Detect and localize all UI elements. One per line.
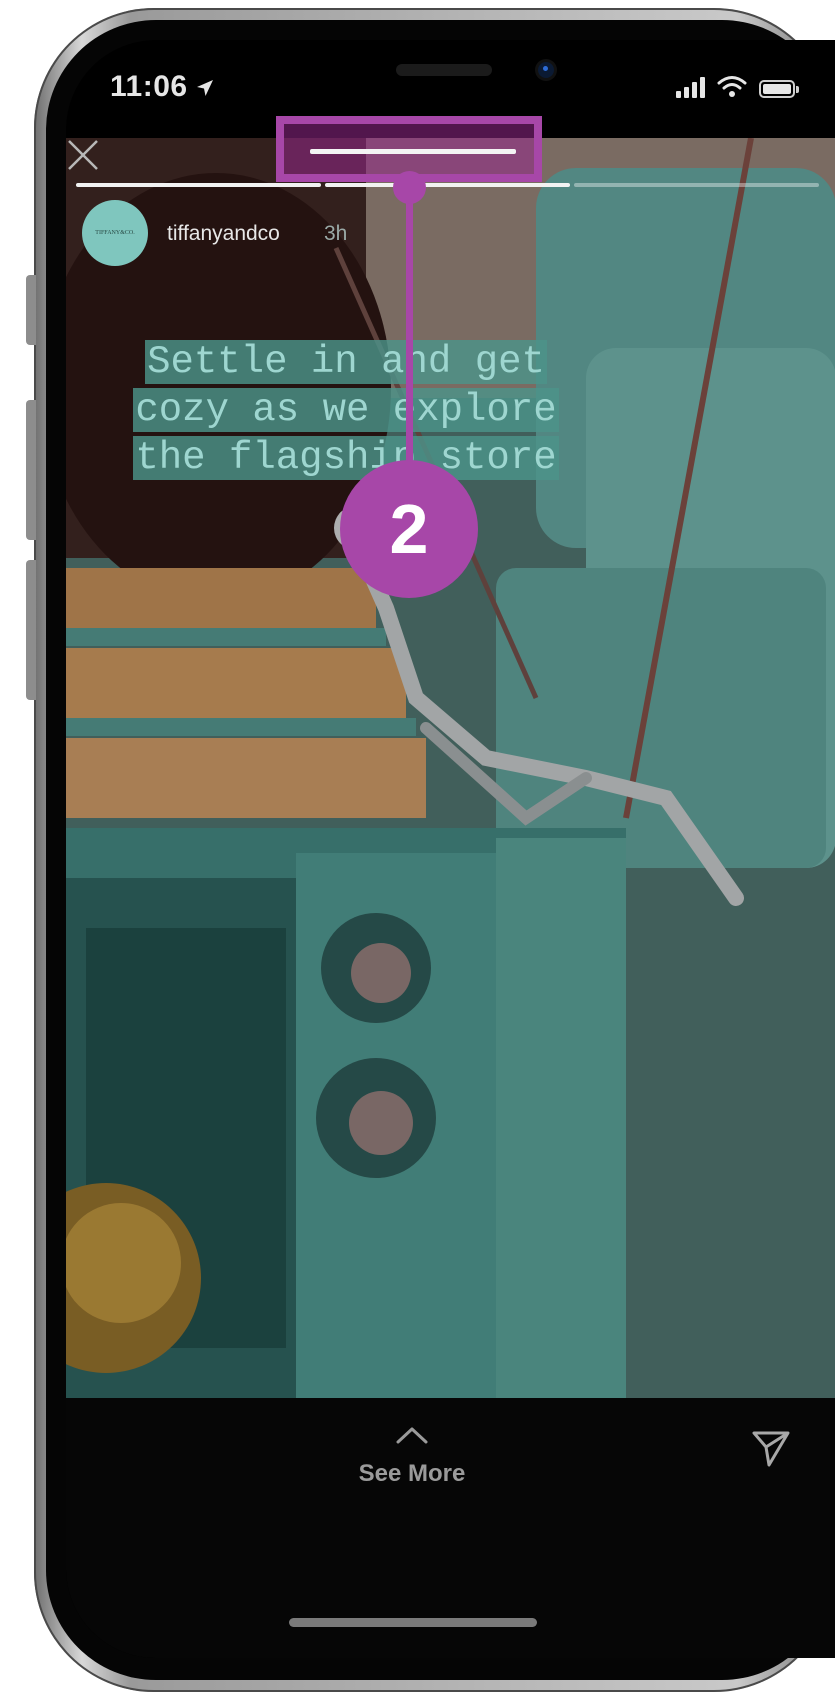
highlighted-progress-segment	[310, 149, 516, 154]
front-camera	[538, 62, 554, 78]
media-dim-overlay	[66, 138, 835, 1398]
step-number-badge: 2	[340, 460, 478, 598]
story-timestamp: 3h	[324, 222, 348, 245]
avatar-logo-text: TIFFANY&CO.	[95, 230, 135, 236]
story-caption: Settle in and get cozy as we explore the…	[110, 338, 582, 482]
phone-screen: TIFFANY&CO. tiffanyandco 3h Settle in an…	[66, 40, 835, 1658]
mute-switch	[26, 275, 36, 345]
battery-icon	[759, 80, 799, 98]
volume-down-button	[26, 560, 36, 700]
location-arrow-icon	[197, 80, 214, 97]
notch	[246, 40, 666, 108]
wifi-icon	[717, 76, 747, 97]
callout-connector-line	[406, 182, 413, 482]
avatar[interactable]: TIFFANY&CO.	[82, 200, 148, 266]
story-caption-text: Settle in and get cozy as we explore the…	[133, 340, 559, 480]
home-indicator[interactable]	[289, 1618, 537, 1627]
speaker-grille	[396, 64, 492, 76]
cellular-signal-icon	[676, 76, 705, 98]
progress-segment-3	[574, 183, 819, 187]
status-time-text: 11:06	[110, 70, 188, 103]
status-time: 11:06	[110, 70, 214, 104]
close-icon[interactable]	[66, 138, 100, 172]
progress-segment-1	[76, 183, 321, 187]
send-icon[interactable]	[751, 1428, 791, 1468]
chevron-up-icon[interactable]	[396, 1426, 428, 1444]
story-progress-bar	[76, 183, 819, 187]
volume-up-button	[26, 400, 36, 540]
story-bottom-bar: See More	[66, 1398, 835, 1658]
see-more-button[interactable]: See More	[346, 1460, 478, 1488]
progress-segment-2	[325, 183, 570, 187]
status-icons	[676, 74, 799, 98]
story-media[interactable]: TIFFANY&CO. tiffanyandco 3h Settle in an…	[66, 138, 835, 1398]
story-username[interactable]: tiffanyandco	[167, 222, 280, 246]
callout-connector-dot	[393, 171, 426, 204]
